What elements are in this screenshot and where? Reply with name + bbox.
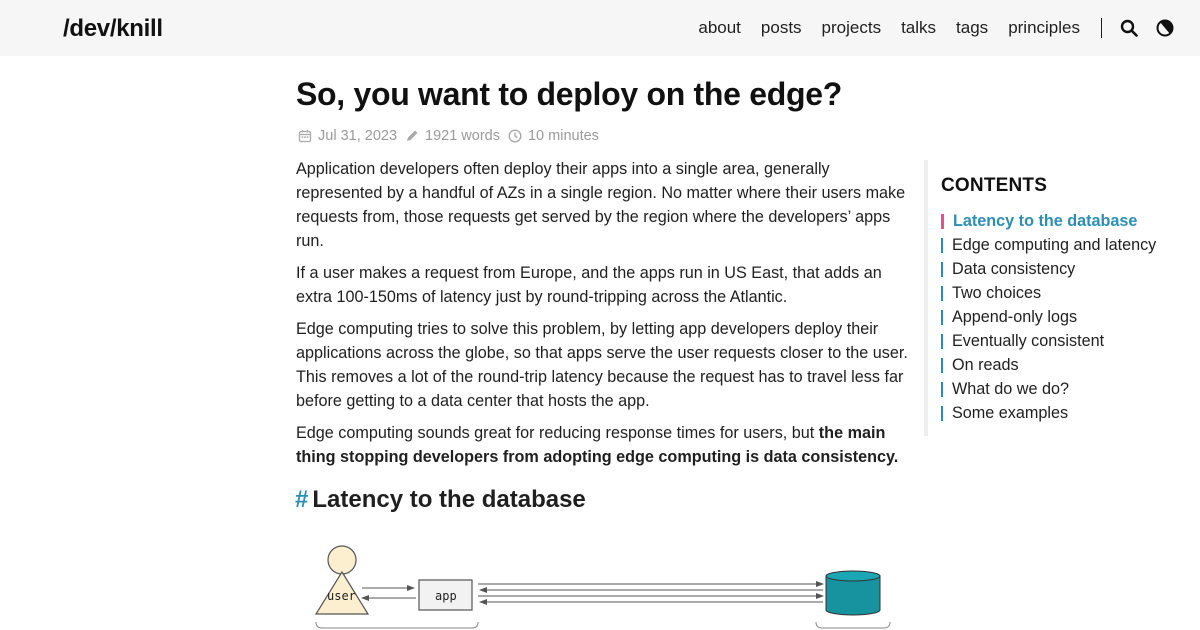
- toc-item-append-only-logs[interactable]: Append-only logs: [941, 305, 1184, 329]
- nav-divider: [1101, 18, 1102, 38]
- post-reading-time: 10 minutes: [527, 128, 599, 144]
- table-of-contents: CONTENTS Latency to the database Edge co…: [924, 160, 1184, 436]
- toc-marker: [941, 381, 943, 397]
- nav-link-posts[interactable]: posts: [761, 18, 802, 38]
- toc-marker: [941, 309, 943, 325]
- paragraph-text: Edge computing sounds great for reducing…: [296, 424, 819, 442]
- toc-item-label: Eventually consistent: [952, 331, 1105, 350]
- nav-link-tags[interactable]: tags: [956, 18, 988, 38]
- toc-item-label: Edge computing and latency: [952, 235, 1157, 254]
- toc-marker: [941, 333, 943, 349]
- clock-icon: [508, 129, 522, 143]
- toc-marker: [941, 405, 943, 421]
- toc-marker: [941, 285, 943, 301]
- database-cylinder: [825, 570, 881, 616]
- db-top: [825, 570, 881, 582]
- nav-link-projects[interactable]: projects: [822, 18, 882, 38]
- post-body: Application developers often deploy thei…: [296, 157, 908, 477]
- pencil-icon: [405, 129, 419, 143]
- nav-link-about[interactable]: about: [698, 18, 741, 38]
- region-bracket: [815, 621, 891, 629]
- toc-item-what-do-we-do[interactable]: What do we do?: [941, 377, 1184, 401]
- post-meta: Jul 31, 2023 1921 words 10 minutes: [298, 128, 607, 144]
- toc-item-eventually-consistent[interactable]: Eventually consistent: [941, 329, 1184, 353]
- user-head: [327, 545, 357, 575]
- latency-diagram: user app: [314, 545, 891, 629]
- post-title: So, you want to deploy on the edge?: [296, 76, 842, 112]
- toc-item-some-examples[interactable]: Some examples: [941, 401, 1184, 425]
- theme-toggle-icon[interactable]: [1154, 17, 1176, 39]
- toc-marker: [941, 261, 943, 277]
- toc-item-label: Some examples: [952, 403, 1069, 422]
- toc-item-label: Two choices: [952, 283, 1042, 302]
- paragraph: If a user makes a request from Europe, a…: [296, 264, 882, 306]
- main-nav: about posts projects talks tags principl…: [698, 0, 1200, 56]
- toc-item-edge-computing-and-latency[interactable]: Edge computing and latency: [941, 233, 1184, 257]
- calendar-icon: [298, 129, 312, 143]
- toc-item-data-consistency[interactable]: Data consistency: [941, 257, 1184, 281]
- post-word-count: 1921 words: [425, 128, 500, 144]
- toc-item-label: Latency to the database: [953, 211, 1138, 230]
- toc-title: CONTENTS: [941, 175, 1048, 196]
- toc-item-label: Append-only logs: [952, 307, 1078, 326]
- toc-item-two-choices[interactable]: Two choices: [941, 281, 1184, 305]
- site-logo[interactable]: /dev/knill: [63, 15, 163, 43]
- toc-marker: [941, 357, 943, 373]
- toc-marker: [941, 237, 943, 253]
- user-label: user: [327, 589, 356, 603]
- section-heading: # Latency to the database: [295, 486, 586, 514]
- post-date: Jul 31, 2023: [318, 128, 398, 144]
- region-bracket: [315, 621, 479, 629]
- section-heading-text: Latency to the database: [312, 486, 586, 513]
- user-figure: user: [314, 545, 370, 615]
- toc-item-label: On reads: [952, 355, 1019, 374]
- toc-item-label: Data consistency: [952, 259, 1076, 278]
- toc-marker: [941, 213, 944, 229]
- site-header: /dev/knill about posts projects talks ta…: [0, 0, 1200, 56]
- toc-item-on-reads[interactable]: On reads: [941, 353, 1184, 377]
- toc-list: Latency to the database Edge computing a…: [941, 209, 1184, 425]
- paragraph: Edge computing tries to solve this probl…: [296, 320, 908, 410]
- heading-anchor-link[interactable]: #: [295, 486, 308, 513]
- toc-item-latency-to-the-database[interactable]: Latency to the database: [941, 209, 1184, 233]
- nav-link-principles[interactable]: principles: [1008, 18, 1080, 38]
- toc-item-label: What do we do?: [952, 379, 1069, 398]
- nav-link-talks[interactable]: talks: [901, 18, 936, 38]
- paragraph: Application developers often deploy thei…: [296, 160, 906, 250]
- paragraph: Edge computing sounds great for reducing…: [296, 421, 908, 469]
- search-icon[interactable]: [1118, 17, 1140, 39]
- app-label: app: [435, 589, 457, 603]
